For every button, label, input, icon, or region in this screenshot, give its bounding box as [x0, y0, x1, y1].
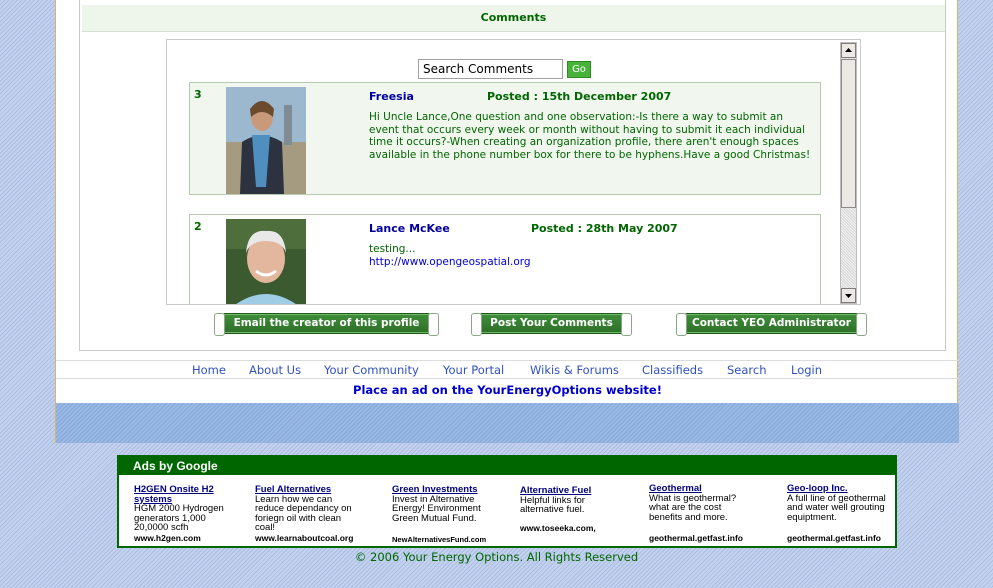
post-comments-button[interactable]: Post Your Comments — [471, 313, 632, 336]
ad-url[interactable]: www.learnaboutcoal.org — [255, 533, 353, 544]
author-photo — [226, 219, 306, 304]
nav-home[interactable]: Home — [192, 363, 226, 377]
place-ad-link[interactable]: Place an ad on the YourEnergyOptions web… — [56, 378, 959, 402]
email-creator-button[interactable]: Email the creator of this profile — [214, 313, 439, 336]
ad-item[interactable]: Geothermal What is geothermal? what are … — [649, 484, 754, 543]
comment-author[interactable]: Freesia — [369, 90, 414, 103]
comment-date: Posted : 28th May 2007 — [531, 222, 678, 235]
comment-body: testing... — [369, 243, 416, 255]
search-comments-input[interactable] — [418, 59, 563, 79]
comments-scroll-area[interactable]: Go 3 Freesia Posted : 15th December 2007… — [166, 39, 861, 305]
nav-login[interactable]: Login — [791, 363, 822, 377]
ad-url[interactable]: www.toseeka.com, — [520, 523, 596, 534]
comment-number: 2 — [194, 220, 202, 233]
comment-text: Hi Uncle Lance,One question and one obse… — [369, 111, 811, 161]
scroll-up-button[interactable] — [841, 43, 856, 58]
decorative-band — [56, 403, 959, 443]
nav-your-community[interactable]: Your Community — [324, 363, 419, 377]
contact-admin-button[interactable]: Contact YEO Administrator — [676, 313, 867, 336]
go-button[interactable]: Go — [567, 61, 591, 78]
author-photo — [226, 87, 306, 194]
nav-about-us[interactable]: About Us — [249, 363, 301, 377]
scroll-down-button[interactable] — [841, 288, 856, 303]
comment-author[interactable]: Lance McKee — [369, 222, 450, 235]
vertical-scrollbar[interactable] — [840, 42, 857, 304]
nav-your-portal[interactable]: Your Portal — [443, 363, 504, 377]
ad-description: What is geothermal? what are the cost be… — [649, 492, 737, 523]
footer-nav: Home About Us Your Community Your Portal… — [56, 360, 959, 378]
ad-item[interactable]: Geo-loop Inc. A full line of geothermal … — [787, 484, 897, 543]
ad-description: A full line of geothermal and water well… — [787, 492, 886, 523]
google-ads-box: Ads by Google H2GEN Onsite H2 systems HG… — [117, 455, 897, 548]
ad-item[interactable]: Fuel Alternatives Learn how we can reduc… — [255, 485, 363, 543]
comment-item: 3 Freesia Posted : 15th December 2007 Hi… — [189, 82, 821, 195]
nav-search[interactable]: Search — [727, 363, 767, 377]
comment-link[interactable]: http://www.opengeospatial.org — [369, 256, 814, 269]
scrollbar-thumb[interactable] — [841, 59, 856, 208]
ad-description: HGM 2000 Hydrogen generators 1,000 20,00… — [134, 503, 224, 533]
ad-url[interactable]: geothermal.getfast.info — [787, 533, 881, 544]
ad-item[interactable]: H2GEN Onsite H2 systems HGM 2000 Hydroge… — [134, 485, 234, 543]
ads-header: Ads by Google — [119, 457, 895, 475]
ad-item[interactable]: Green Investments Invest in Alternative … — [392, 485, 500, 544]
ad-description: Helpful links for alternative fuel. — [520, 494, 585, 515]
comments-header: Comments — [82, 5, 945, 32]
ad-url[interactable]: NewAlternativesFund.com — [392, 535, 486, 545]
comment-number: 3 — [194, 88, 202, 101]
ad-description: Invest in Alternative Energy! Environmen… — [392, 493, 481, 524]
ad-title[interactable]: H2GEN Onsite H2 systems — [134, 485, 234, 504]
ad-item[interactable]: Alternative Fuel Helpful links for alter… — [520, 486, 620, 533]
comments-panel: Comments Go 3 Freesia Posted : 15th — [79, 0, 946, 351]
comment-text: testing... http://www.opengeospatial.org — [369, 243, 814, 268]
comment-date: Posted : 15th December 2007 — [487, 90, 672, 103]
page-container: Comments Go 3 Freesia Posted : 15th — [55, 0, 959, 443]
arrow-down-icon — [845, 294, 852, 298]
ad-description: Learn how we can reduce dependancy on fo… — [255, 493, 352, 533]
comment-item: 2 Lance McKee Posted : 28th May 2007 tes… — [189, 214, 821, 304]
arrow-up-icon — [845, 48, 852, 52]
ad-url[interactable]: geothermal.getfast.info — [649, 533, 743, 544]
copyright-notice: © 2006 Your Energy Options. All Rights R… — [354, 550, 639, 564]
ad-url[interactable]: www.h2gen.com — [134, 533, 201, 544]
nav-classifieds[interactable]: Classifieds — [642, 363, 703, 377]
nav-wikis-forums[interactable]: Wikis & Forums — [530, 363, 619, 377]
